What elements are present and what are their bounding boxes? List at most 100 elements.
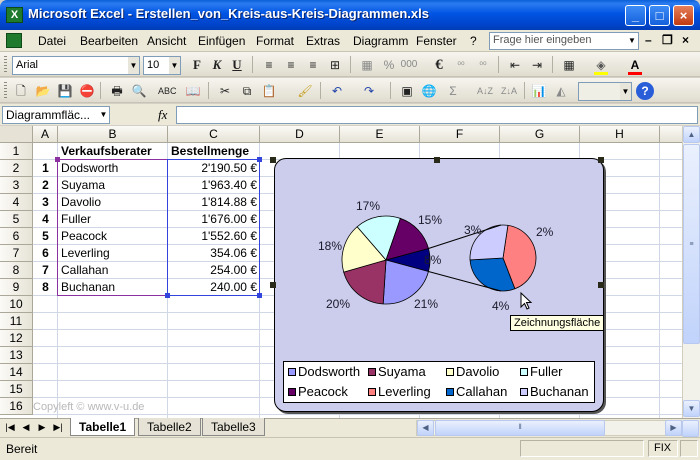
doc-restore-button[interactable]: ❐ [662,33,673,47]
range-handle[interactable] [257,157,262,162]
formula-input[interactable] [176,106,698,124]
menu-format[interactable]: Format [256,34,294,48]
row-header[interactable]: 3 [0,177,33,194]
select-all-corner[interactable] [0,126,33,143]
close-button[interactable]: × [673,5,694,26]
sort-descending-icon[interactable]: Z↓A [500,82,518,100]
column-header-d[interactable]: D [260,126,340,143]
align-left-icon[interactable]: ≡ [260,56,278,74]
chevron-down-icon[interactable]: ▼ [620,83,631,100]
merge-center-icon[interactable]: ⊞ [326,56,344,74]
vertical-scrollbar[interactable]: ▲ ≡ ▼ [682,126,700,418]
legend-item[interactable]: Leverling [378,384,431,399]
chevron-down-icon[interactable]: ▼ [626,33,638,49]
column-header-i[interactable] [660,126,682,143]
row-header[interactable]: 14 [0,364,33,381]
new-file-icon[interactable]: 🗋 [12,82,30,100]
column-header-g[interactable]: G [500,126,580,143]
row-header[interactable]: 11 [0,313,33,330]
decrease-decimal-icon[interactable]: ⁰⁰ [474,56,492,74]
legend-item[interactable]: Peacock [298,384,348,399]
row-header[interactable]: 5 [0,211,33,228]
increase-indent-icon[interactable]: ⇥ [528,56,546,74]
header-cell-bestellmenge[interactable]: Bestellmenge [169,143,259,160]
range-handle[interactable] [257,293,262,298]
horizontal-scrollbar[interactable]: ◀ ⦀ ▶ [416,420,682,436]
doc-close-button[interactable]: × [682,33,689,47]
workbook-icon[interactable] [6,33,22,48]
index-cell[interactable]: 5 [34,228,57,245]
first-sheet-button[interactable]: |◀ [4,421,16,434]
next-sheet-button[interactable]: ▶ [36,421,48,434]
scroll-up-button[interactable]: ▲ [683,126,700,143]
column-header-c[interactable]: C [168,126,260,143]
increase-decimal-icon[interactable]: ⁰⁰ [452,56,470,74]
toolbar-grip[interactable] [4,56,7,73]
column-header-f[interactable]: F [420,126,500,143]
doc-minimize-button[interactable]: – [645,33,652,47]
help-icon[interactable]: ? [636,82,654,100]
column-header-b[interactable]: B [58,126,168,143]
menu-help[interactable]: ? [470,34,477,48]
index-cell[interactable]: 6 [34,245,57,262]
chart-resize-handle[interactable] [270,157,276,163]
copy-icon[interactable]: ⧉ [238,82,256,100]
chart-legend[interactable]: Dodsworth Suyama Davolio Fuller Peacock … [283,361,595,403]
italic-button[interactable]: K [208,56,226,74]
menu-bearbeiten[interactable]: Bearbeiten [80,34,138,48]
column-header-e[interactable]: E [340,126,420,143]
index-cell[interactable]: 1 [34,160,57,177]
index-cell[interactable]: 3 [34,194,57,211]
autosum-icon[interactable]: Σ [444,82,462,100]
legend-item[interactable]: Buchanan [530,384,589,399]
legend-item[interactable]: Fuller [530,364,563,379]
research-icon[interactable]: 📖 [184,82,202,100]
previous-sheet-button[interactable]: ◀ [20,421,32,434]
scroll-down-button[interactable]: ▼ [683,400,700,417]
column-header-h[interactable]: H [580,126,660,143]
percent-button[interactable]: % [380,56,398,74]
thousands-button[interactable]: 000 [400,56,418,74]
chart-icon[interactable]: 📊 [530,82,548,100]
row-header[interactable]: 10 [0,296,33,313]
chart-resize-handle[interactable] [598,157,604,163]
align-center-icon[interactable]: ≡ [282,56,300,74]
hyperlink-icon[interactable]: 🌐 [420,82,438,100]
menu-datei[interactable]: Datei [38,34,66,48]
minimize-button[interactable]: _ [625,5,646,26]
open-folder-icon[interactable]: 📂 [34,82,52,100]
row-header[interactable]: 8 [0,262,33,279]
decrease-indent-icon[interactable]: ⇤ [506,56,524,74]
row-header[interactable]: 1 [0,143,33,160]
chart-resize-handle[interactable] [598,282,604,288]
tab-tabelle2[interactable]: Tabelle2 [138,418,201,436]
range-handle[interactable] [55,157,60,162]
menu-einfuegen[interactable]: Einfügen [198,34,245,48]
menu-ansicht[interactable]: Ansicht [147,34,186,48]
format-painter-icon[interactable]: 🖌 [296,82,314,100]
range-handle[interactable] [165,293,170,298]
paste-icon[interactable]: 📋 [260,82,278,100]
help-search-input[interactable]: Frage hier eingeben [489,32,639,50]
chevron-down-icon[interactable]: ▼ [128,57,139,74]
chevron-down-icon[interactable]: ▼ [98,107,109,123]
row-header[interactable]: 9 [0,279,33,296]
menu-fenster[interactable]: Fenster [416,34,457,48]
index-cell[interactable]: 2 [34,177,57,194]
row-header[interactable]: 4 [0,194,33,211]
scroll-thumb[interactable]: ⦀ [435,420,605,436]
row-header[interactable]: 16 [0,398,33,415]
undo-icon[interactable]: ↶ [328,82,346,100]
header-cell-verkaufsberater[interactable]: Verkaufsberater [59,143,167,160]
legend-item[interactable]: Callahan [456,384,507,399]
scroll-thumb[interactable]: ≡ [683,144,700,344]
legend-item[interactable]: Dodsworth [298,364,360,379]
spelling-icon[interactable]: ABC [158,82,177,100]
row-header[interactable]: 12 [0,330,33,347]
excel-icon[interactable]: X [6,7,23,23]
save-icon[interactable]: 💾 [56,82,74,100]
cut-icon[interactable]: ✂ [216,82,234,100]
chart-resize-handle[interactable] [434,157,440,163]
menu-extras[interactable]: Extras [306,34,340,48]
scroll-left-button[interactable]: ◀ [417,420,434,436]
